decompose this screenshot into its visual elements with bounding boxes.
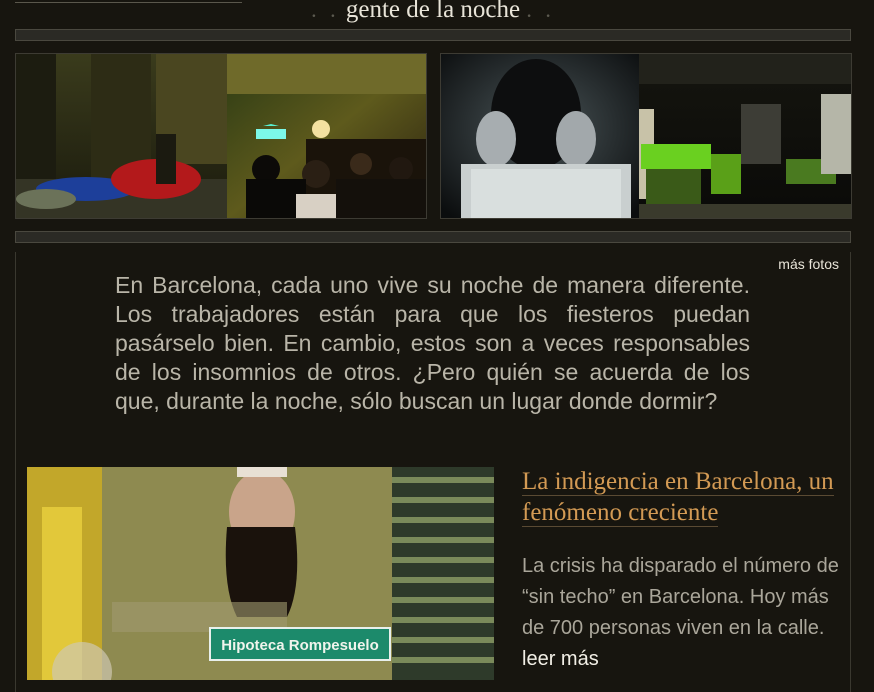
article-summary: La crisis ha disparado el número de “sin… xyxy=(522,551,842,675)
read-more-link[interactable]: leer más xyxy=(522,648,599,670)
site-title-text: gente de la noche xyxy=(345,0,521,23)
article-headline[interactable]: La indigencia en Barcelona, un fenómeno … xyxy=(522,466,842,528)
gallery-bottom-bar xyxy=(15,231,851,243)
article-headline-link[interactable]: La indigencia en Barcelona, un fenómeno … xyxy=(522,468,834,527)
street-sleeper-photo xyxy=(16,54,426,218)
article-image[interactable]: Hipoteca Rompesuelo xyxy=(27,467,494,680)
title-dots-left: . . xyxy=(311,0,340,22)
sign-text: Hipoteca Rompesuelo xyxy=(221,637,379,654)
upside-down-portrait-photo: Hipoteca Rompesuelo xyxy=(27,467,494,680)
intro-paragraph: En Barcelona, cada uno vive su noche de … xyxy=(115,272,750,414)
article-summary-text: La crisis ha disparado el número de “sin… xyxy=(522,555,839,639)
more-photos-link[interactable]: más fotos xyxy=(778,256,839,272)
top-divider-bar xyxy=(15,29,851,41)
site-title: . . gente de la noche . . xyxy=(0,0,866,24)
gallery-photo-left[interactable] xyxy=(15,53,427,219)
title-dots-right: . . xyxy=(526,0,555,22)
gallery-photo-right[interactable] xyxy=(440,53,852,219)
covering-ears-photo xyxy=(441,54,851,218)
